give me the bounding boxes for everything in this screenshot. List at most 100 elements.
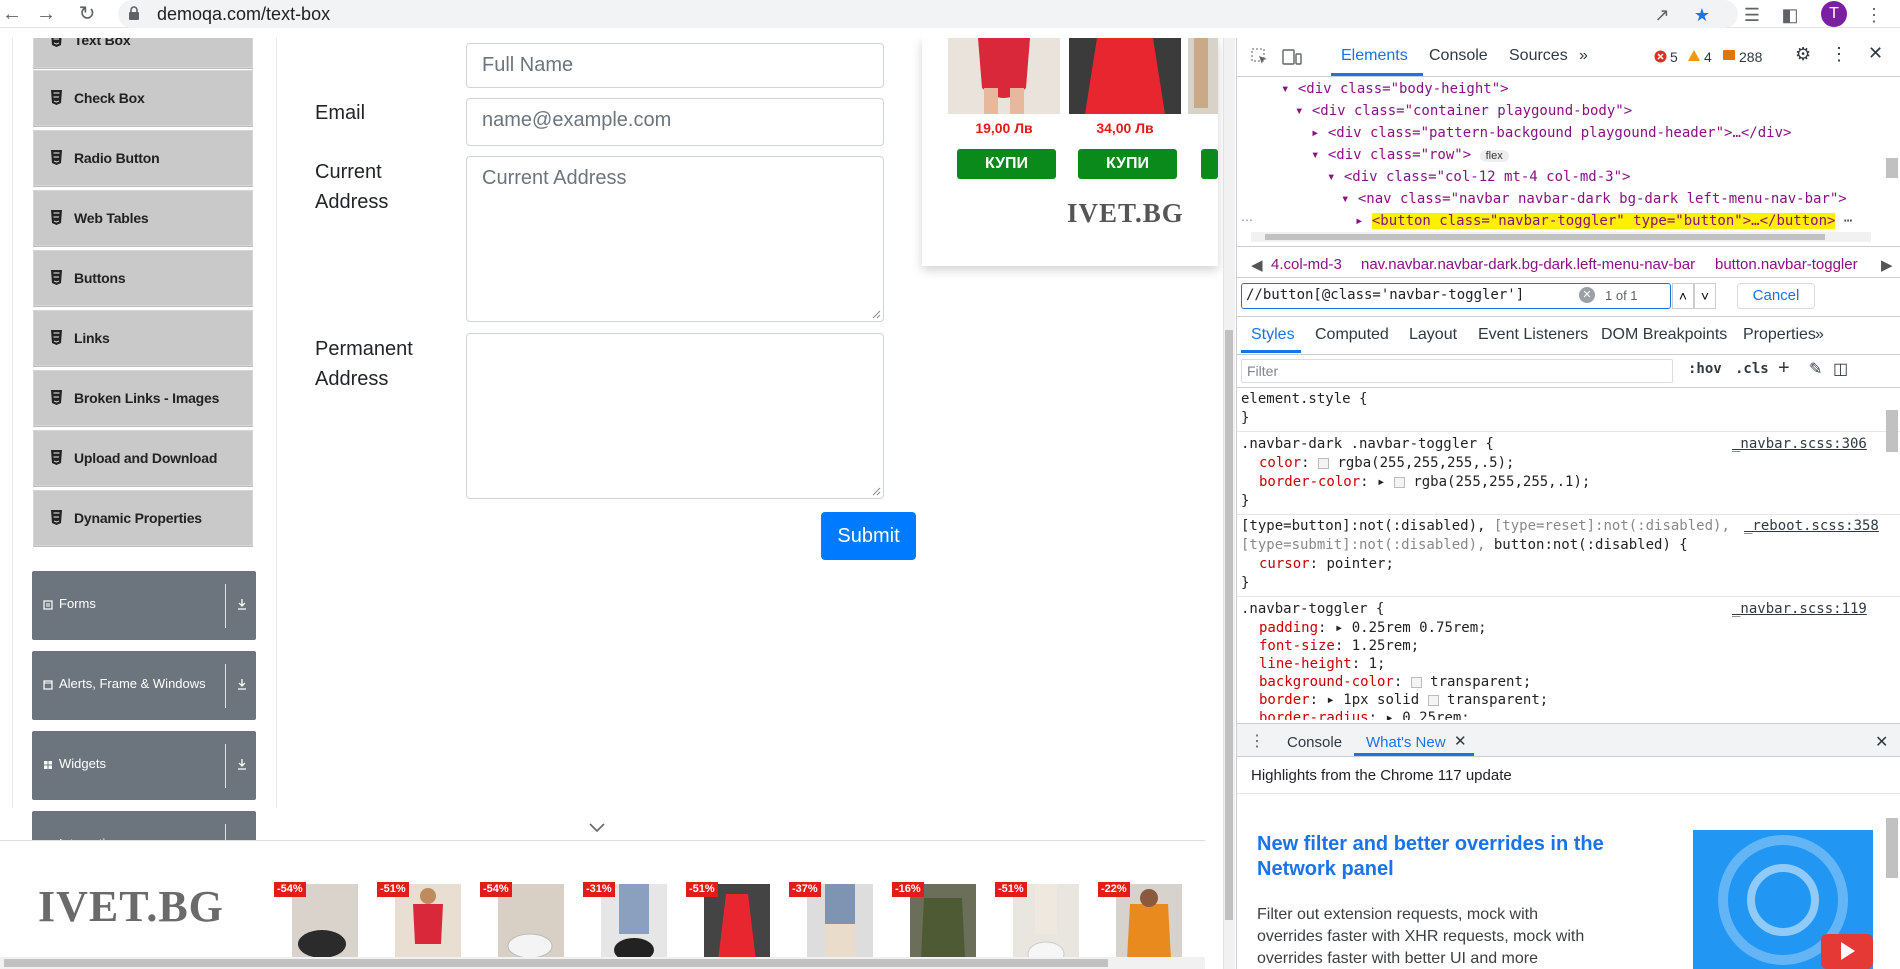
dom-hscroll-thumb[interactable] (1265, 234, 1825, 240)
tab-elements[interactable]: Elements (1341, 47, 1408, 65)
css-declaration[interactable]: border: ▸ 1px solid transparent; (1259, 692, 1548, 708)
issues-count[interactable]: 288 (1739, 49, 1762, 65)
drawer-tab-whats-new[interactable]: What's New (1366, 734, 1446, 751)
resize-handle-icon[interactable] (871, 309, 881, 319)
breadcrumb[interactable]: nav.navbar.navbar-dark.bg-dark.left-menu… (1361, 256, 1695, 273)
dom-search-input[interactable]: //button[@class='navbar-toggler'] ✕ 1 of… (1241, 283, 1671, 309)
sidebar-item-links[interactable]: Links (33, 310, 253, 367)
css-declaration[interactable]: font-size: 1.25rem; (1259, 638, 1419, 654)
warning-icon[interactable] (1687, 49, 1701, 62)
css-rule-selector[interactable]: element.style { (1241, 391, 1367, 407)
dom-node[interactable]: ▾ <div class="container playgound-body"> (1295, 103, 1632, 119)
sidebar-group-alerts[interactable]: Alerts, Frame & Windows (32, 651, 256, 720)
chevron-down-icon[interactable] (588, 822, 606, 834)
error-count[interactable]: 5 (1670, 49, 1678, 65)
search-prev-icon[interactable]: ˄ (1672, 283, 1694, 309)
css-declaration[interactable]: color: rgba(255,255,255,.5); (1259, 455, 1514, 471)
forward-icon[interactable]: → (34, 2, 58, 26)
source-link[interactable]: _navbar.scss:306 (1732, 436, 1867, 452)
breadcrumb-back-icon[interactable]: ◀ (1251, 256, 1263, 274)
dom-node[interactable]: ▾ <div class="row"> flex (1311, 147, 1509, 163)
more-tabs-icon[interactable]: » (1579, 47, 1588, 65)
bookmark-star-icon[interactable]: ★ (1690, 3, 1714, 27)
devtools-menu-icon[interactable]: ⋮ (1830, 44, 1848, 65)
dom-node[interactable]: ▸ <div class="pattern-backgound playgoun… (1311, 125, 1791, 141)
ad-banner-top[interactable]: 19,00 Лв 34,00 Лв КУПИ КУПИ IVET.BG (922, 38, 1218, 266)
submit-button[interactable]: Submit (821, 512, 916, 560)
ad-logo[interactable]: IVET.BG (1067, 198, 1184, 229)
tab-layout[interactable]: Layout (1409, 326, 1457, 344)
current-address-textarea[interactable]: Current Address (466, 156, 884, 322)
flex-badge[interactable]: flex (1479, 150, 1509, 162)
news-title-link[interactable]: New filter and better overrides in the N… (1257, 832, 1607, 882)
horizontal-scrollbar-thumb[interactable] (4, 959, 1108, 967)
class-toggle[interactable]: .cls (1735, 361, 1769, 377)
breadcrumb-forward-icon[interactable]: ▶ (1881, 256, 1893, 274)
dom-node[interactable]: ▾ <div class="col-12 mt-4 col-md-3"> (1327, 169, 1630, 185)
styles-vscroll-thumb[interactable] (1886, 410, 1898, 452)
paint-brush-icon[interactable]: ✎ (1809, 359, 1822, 379)
drawer-vscroll-thumb[interactable] (1886, 818, 1898, 878)
menu-icon[interactable]: ⋮ (1862, 3, 1886, 27)
side-panel-icon[interactable]: ◧ (1778, 3, 1802, 27)
sidebar-item-buttons[interactable]: Buttons (33, 250, 253, 307)
css-declaration[interactable]: line-height: 1; (1259, 656, 1385, 672)
tab-styles[interactable]: Styles (1251, 326, 1295, 344)
news-thumbnail[interactable] (1693, 830, 1873, 969)
sidebar-item-broken-links[interactable]: Broken Links - Images (33, 370, 253, 427)
warning-count[interactable]: 4 (1704, 49, 1712, 65)
more-subtabs-icon[interactable]: » (1815, 326, 1824, 344)
close-drawer-icon[interactable]: ✕ (1875, 732, 1888, 752)
address-bar[interactable] (118, 0, 1738, 28)
download-icon[interactable] (235, 597, 249, 611)
email-field[interactable]: name@example.com (466, 98, 884, 146)
media-icon[interactable]: ☰ (1740, 3, 1764, 27)
sidebar-toggle-icon[interactable]: ◫ (1833, 359, 1848, 379)
dom-vscroll-thumb[interactable] (1886, 158, 1898, 178)
hover-state-toggle[interactable]: :hov (1688, 361, 1722, 377)
drawer-menu-icon[interactable]: ⋮ (1249, 731, 1265, 751)
reload-icon[interactable]: ↻ (75, 2, 99, 26)
download-icon[interactable] (235, 677, 249, 691)
product-image[interactable] (1188, 38, 1218, 114)
add-rule-icon[interactable]: + (1778, 357, 1790, 380)
tab-computed[interactable]: Computed (1315, 326, 1389, 344)
device-toolbar-icon[interactable] (1282, 48, 1302, 66)
close-tab-icon[interactable]: ✕ (1454, 732, 1467, 750)
download-icon[interactable] (235, 757, 249, 771)
sidebar-group-widgets[interactable]: Widgets (32, 731, 256, 800)
url-text[interactable]: demoqa.com/text-box (157, 4, 330, 25)
error-icon[interactable] (1654, 50, 1667, 63)
product-image[interactable] (1069, 38, 1181, 114)
dom-node-selected[interactable]: ▸ <button class="navbar-toggler" type="b… (1355, 213, 1852, 229)
breadcrumb[interactable]: 4.col-md-3 (1271, 256, 1342, 273)
clear-search-icon[interactable]: ✕ (1579, 287, 1595, 303)
tab-event-listeners[interactable]: Event Listeners (1478, 326, 1588, 344)
sidebar-group-forms[interactable]: Forms (32, 571, 256, 640)
styles-filter-input[interactable]: Filter (1241, 359, 1673, 383)
permanent-address-textarea[interactable] (466, 333, 884, 499)
drawer-tab-console[interactable]: Console (1287, 734, 1342, 751)
tab-dom-breakpoints[interactable]: DOM Breakpoints (1601, 326, 1727, 344)
cancel-search-button[interactable]: Cancel (1737, 283, 1815, 309)
buy-button[interactable]: КУПИ (1078, 149, 1177, 179)
css-rule-selector[interactable]: .navbar-dark .navbar-toggler { (1241, 436, 1494, 452)
inspect-element-icon[interactable] (1251, 48, 1269, 66)
sidebar-item-check-box[interactable]: Check Box (33, 70, 253, 127)
css-declaration[interactable]: border-color: ▸ rgba(255,255,255,.1); (1259, 474, 1590, 490)
tab-sources[interactable]: Sources (1509, 47, 1568, 65)
sidebar-item-web-tables[interactable]: Web Tables (33, 190, 253, 247)
css-rule-selector[interactable]: [type=button]:not(:disabled), [type=rese… (1241, 518, 1730, 534)
sidebar-item-upload-download[interactable]: Upload and Download (33, 430, 253, 487)
search-next-icon[interactable]: ˅ (1694, 283, 1716, 309)
dom-node[interactable]: ▾ <div class="body-height"> (1281, 81, 1509, 97)
tab-properties[interactable]: Properties (1743, 326, 1816, 344)
css-declaration[interactable]: background-color: transparent; (1259, 674, 1531, 690)
back-icon[interactable]: ← (0, 2, 24, 26)
sidebar-item-dynamic-properties[interactable]: Dynamic Properties (33, 490, 253, 547)
source-link[interactable]: _navbar.scss:119 (1732, 601, 1867, 617)
breadcrumb[interactable]: button.navbar-toggler (1715, 256, 1858, 273)
css-declaration[interactable]: padding: ▸ 0.25rem 0.75rem; (1259, 620, 1487, 636)
css-rule-selector[interactable]: .navbar-toggler { (1241, 601, 1384, 617)
css-rule-selector[interactable]: [type=submit]:not(:disabled), button:not… (1241, 537, 1688, 553)
